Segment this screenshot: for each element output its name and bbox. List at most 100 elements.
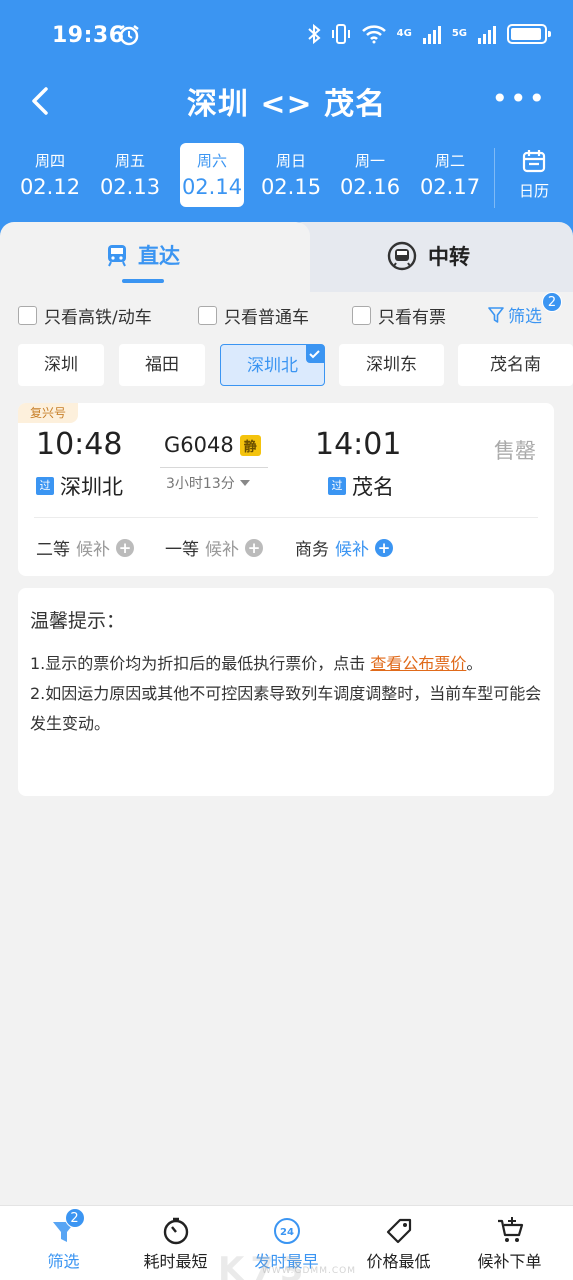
station-chip[interactable]: 福田 — [119, 344, 205, 386]
date-weekday: 周四 — [34, 152, 65, 170]
seat-class: 一等 — [165, 540, 199, 560]
checkbox-available[interactable]: 只看有票 — [352, 303, 446, 328]
nav-filter[interactable]: 2 筛选 — [6, 1206, 121, 1280]
date-item[interactable]: 周一 02.16 — [338, 143, 402, 207]
add-waitlist-icon[interactable]: + — [245, 538, 263, 557]
station-chip[interactable]: 茂名南 — [458, 344, 573, 386]
add-waitlist-icon[interactable]: + — [375, 538, 393, 557]
train-number: G6048 — [164, 433, 234, 457]
date-weekday: 周二 — [434, 152, 465, 170]
nav-cheapest[interactable]: 价格最低 — [341, 1206, 456, 1280]
nav-label: 筛选 — [47, 1252, 80, 1271]
checkbox-box — [198, 306, 217, 325]
duration-text: 3小时13分 — [166, 476, 235, 492]
from-station-name: 深圳北 — [60, 475, 123, 499]
tab-direct-label: 直达 — [138, 244, 180, 268]
checkbox-label: 只看普通车 — [224, 308, 309, 328]
station-chip-selected[interactable]: 深圳北 — [220, 344, 325, 386]
bluetooth-icon — [307, 23, 321, 45]
vibrate-icon — [331, 24, 350, 44]
date-value: 02.16 — [339, 175, 401, 199]
sold-out-status: 售罄 — [494, 439, 536, 463]
seat-status: 候补 — [76, 540, 110, 560]
nav-shortest[interactable]: 耗时最短 — [118, 1206, 233, 1280]
tips-line-1: 1.显示的票价均为折扣后的最低执行票价，点击 查看公布票价。 — [30, 649, 542, 679]
alarm-icon — [118, 24, 140, 50]
checkbox-box — [18, 306, 37, 325]
nav-filter-badge: 2 — [64, 1208, 85, 1228]
checkbox-label: 只看有票 — [378, 308, 446, 328]
train-divider — [160, 467, 268, 468]
calendar-button[interactable]: 日历 — [494, 148, 573, 208]
seat-second-class[interactable]: 二等 候补 + — [36, 535, 134, 560]
train-type-tag: 复兴号 — [18, 403, 79, 423]
route-tabs: 直达 中转 — [0, 222, 573, 292]
date-selector: 周四 02.12 周五 02.13 周六 02.14 周日 02.15 周一 0… — [12, 143, 482, 207]
filter-button[interactable]: 筛选 — [488, 302, 542, 327]
check-icon — [306, 345, 324, 363]
train-number-group: G6048 静 — [164, 433, 261, 457]
to-station: 过 茂名 — [328, 471, 394, 501]
date-item[interactable]: 周日 02.15 — [259, 143, 323, 207]
watermark-url: WWW.GDMM.COM — [262, 1266, 356, 1276]
nav-waitlist[interactable]: 候补下单 — [452, 1206, 567, 1280]
checkbox-normal[interactable]: 只看普通车 — [198, 303, 309, 328]
checkbox-label: 只看高铁/动车 — [44, 308, 152, 328]
view-published-price-link[interactable]: 查看公布票价 — [370, 654, 466, 673]
card-divider — [34, 517, 538, 518]
from-station: 过 深圳北 — [36, 471, 123, 501]
status-time: 19:36 — [52, 23, 125, 48]
wifi-icon — [361, 25, 386, 44]
transfer-icon — [387, 241, 417, 271]
date-weekday: 周六 — [196, 152, 227, 170]
date-item[interactable]: 周四 02.12 — [18, 143, 82, 207]
status-bar: 19:36 4G 5G — [52, 20, 551, 52]
more-icon[interactable]: ••• — [491, 85, 547, 113]
date-value: 02.13 — [99, 175, 161, 199]
seat-class: 二等 — [36, 540, 70, 560]
checkbox-high-speed[interactable]: 只看高铁/动车 — [18, 303, 152, 328]
date-item-selected[interactable]: 周六 02.14 — [180, 143, 244, 207]
station-chip[interactable]: 深圳东 — [339, 344, 444, 386]
station-chip[interactable]: 深圳 — [18, 344, 104, 386]
train-icon — [108, 245, 126, 267]
navbar: 深圳 <> 茂名 ••• — [0, 75, 573, 127]
tab-transfer-label: 中转 — [428, 245, 470, 269]
calendar-label: 日历 — [518, 182, 549, 200]
depart-time: 10:48 — [36, 427, 123, 462]
caret-down-icon — [239, 480, 250, 486]
network-4g: 4G — [396, 28, 412, 39]
date-item[interactable]: 周五 02.13 — [98, 143, 162, 207]
tab-transfer[interactable]: 中转 — [386, 240, 470, 272]
checkbox-box — [352, 306, 371, 325]
nav-label: 候补下单 — [477, 1252, 542, 1271]
date-weekday: 周一 — [354, 152, 385, 170]
to-station-name: 茂名 — [352, 475, 394, 499]
filter-icon: 2 — [49, 1208, 85, 1246]
date-item[interactable]: 周二 02.17 — [418, 143, 482, 207]
pass-tag: 过 — [328, 477, 346, 495]
tips-line-2: 2.如因运力原因或其他不可控因素导致列车调度调整时，当前车型可能会发生变动。 — [30, 684, 542, 733]
seat-status: 候补 — [205, 540, 239, 560]
date-value: 02.17 — [419, 175, 481, 199]
date-value: 02.12 — [19, 175, 81, 199]
nav-label: 价格最低 — [366, 1252, 431, 1271]
calendar-icon — [522, 150, 546, 173]
battery-icon — [507, 24, 551, 44]
status-right: 4G 5G — [307, 23, 551, 45]
date-value: 02.15 — [260, 175, 322, 199]
tab-direct[interactable]: 直达 — [106, 240, 180, 270]
quiet-car-tag: 静 — [239, 434, 261, 456]
seat-business[interactable]: 商务 候补 + — [295, 535, 393, 560]
cart-plus-icon — [495, 1216, 525, 1246]
train-card[interactable]: 复兴号 10:48 G6048 静 3小时13分 14:01 售罄 过 深圳北 … — [18, 403, 554, 576]
duration-toggle[interactable]: 3小时13分 — [166, 473, 251, 493]
seat-first-class[interactable]: 一等 候补 + — [165, 535, 263, 560]
station-chip-label: 深圳北 — [247, 356, 298, 376]
clock-24-text: 24 — [280, 1227, 294, 1238]
add-waitlist-icon[interactable]: + — [116, 538, 134, 557]
tips-card: 温馨提示： 1.显示的票价均为折扣后的最低执行票价，点击 查看公布票价。 2.如… — [18, 588, 554, 796]
clock-24-icon: 24 — [272, 1216, 302, 1246]
seat-status: 候补 — [335, 540, 369, 560]
tips-line-1-text: 1.显示的票价均为折扣后的最低执行票价，点击 — [30, 654, 371, 673]
